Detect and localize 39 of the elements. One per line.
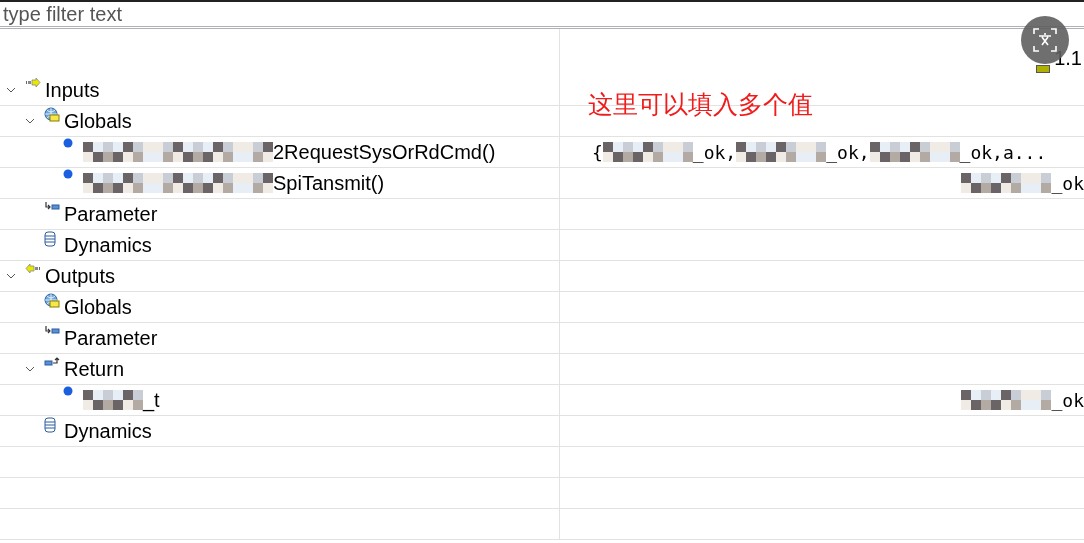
node-label: Dynamics (64, 419, 152, 444)
parameter-icon (44, 326, 60, 336)
node-label: Inputs (45, 78, 100, 103)
annotation-text: 这里可以填入多个值 (588, 89, 813, 120)
pixelated-redaction (83, 390, 143, 410)
stack-icon (44, 417, 56, 433)
output-arrow-icon (25, 264, 41, 274)
node-label: Return (64, 357, 125, 382)
dot-icon (63, 169, 73, 179)
input-arrow-icon (25, 78, 41, 88)
parameter-icon (44, 202, 60, 212)
value-text: _ok, (826, 140, 870, 165)
chevron-icon[interactable] (6, 86, 16, 94)
node-label: Parameter (64, 326, 158, 351)
node-label: Globals (64, 295, 132, 320)
node-label: Outputs (45, 264, 116, 289)
value-text: _ok,a... (959, 140, 1047, 165)
translate-icon (1033, 28, 1057, 52)
value-text: _ok (1051, 388, 1084, 413)
chevron-icon[interactable] (25, 365, 35, 373)
node-label: Globals (64, 109, 132, 134)
value-text: { (592, 140, 603, 165)
tag-icon (1036, 65, 1051, 73)
dot-icon (63, 386, 73, 396)
stack-icon (44, 231, 56, 247)
globe-icon (44, 107, 60, 123)
node-label: Dynamics (64, 233, 152, 258)
node-label: SpiTansmit() (273, 171, 385, 196)
node-label: Parameter (64, 202, 158, 227)
dot-icon (63, 138, 73, 148)
chevron-icon[interactable] (6, 272, 16, 280)
value-text: 1.1 (1054, 46, 1083, 71)
node-label: _t (143, 388, 160, 414)
value-text: _ok, (692, 140, 737, 165)
node-label: 2RequestSysOrRdCmd() (273, 140, 496, 165)
globe-icon (44, 293, 60, 309)
return-icon (44, 357, 60, 367)
chevron-icon[interactable] (25, 117, 35, 125)
value-text: _ok (1051, 171, 1084, 196)
